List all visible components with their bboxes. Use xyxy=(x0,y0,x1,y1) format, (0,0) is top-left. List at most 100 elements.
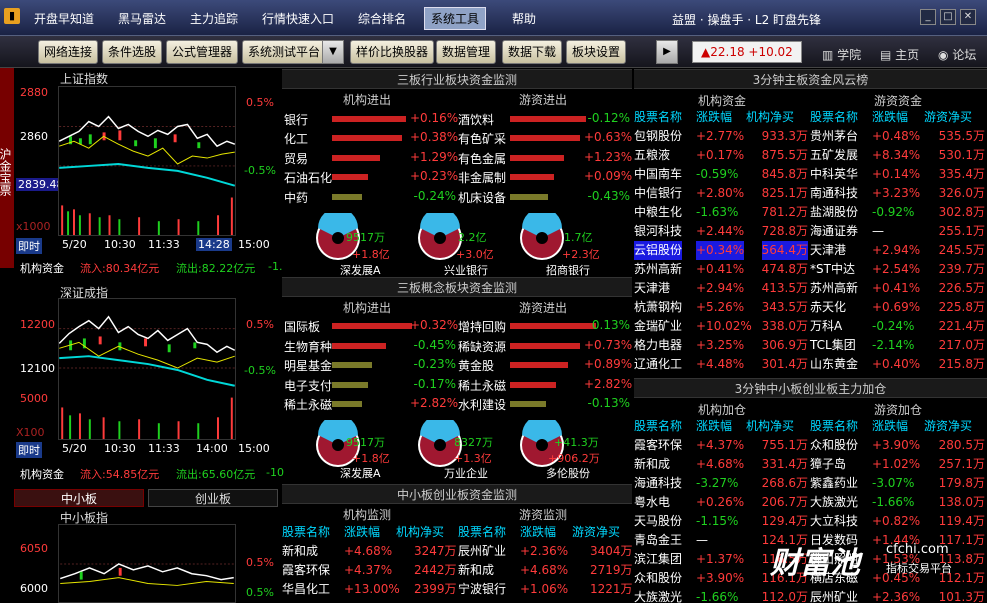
cell-name: 粤水电 xyxy=(634,495,671,509)
mid-sec1-left-name-2[interactable]: 贸易 xyxy=(284,150,308,167)
th-name-2[interactable]: 股票名称 xyxy=(810,108,858,127)
th-name[interactable]: 股票名称 xyxy=(634,108,682,127)
th-hot-buy[interactable]: 游资净买 xyxy=(572,523,620,542)
close-icon[interactable]: ✕ xyxy=(960,9,976,25)
th-name-2[interactable]: 股票名称 xyxy=(810,417,858,436)
mid-sec1-left-name-0[interactable]: 银行 xyxy=(284,111,308,128)
th-change-2[interactable]: 涨跌幅 xyxy=(872,417,908,436)
table-row[interactable]: 大族激光 -1.66% 112.0万 辰州矿业 +2.36% 101.3万 xyxy=(634,588,987,603)
th-inst-buy[interactable]: 机构净买 xyxy=(746,108,794,127)
system-test-button[interactable]: 系统测试平台 xyxy=(242,40,327,64)
tab-gem-board[interactable]: 创业板 xyxy=(148,489,278,507)
th-change-2[interactable]: 涨跌幅 xyxy=(520,523,556,542)
table-row[interactable]: 辽通化工 +4.48% 301.4万 山东黄金 +0.40% 215.8万 xyxy=(634,355,987,374)
menu-item-help[interactable]: 帮助 xyxy=(512,10,536,27)
maximize-icon[interactable]: □ xyxy=(940,9,956,25)
table-row[interactable]: 霞客环保 +4.37% 755.1万 众和股份 +3.90% 280.5万 xyxy=(634,436,987,455)
cell-name: 银河科技 xyxy=(634,224,683,238)
mid-sec2-right-name-1[interactable]: 稀缺资源 xyxy=(458,338,506,355)
data-download-button[interactable]: 数据下载 xyxy=(502,40,563,64)
th-change-2[interactable]: 涨跌幅 xyxy=(872,108,908,127)
menu-item-quick-entry[interactable]: 行情快速入口 xyxy=(262,10,334,27)
mid-sec1-right-name-0[interactable]: 酒饮料 xyxy=(458,111,494,128)
mid-sec2-left-name-1[interactable]: 生物育种 xyxy=(284,338,332,355)
mid-sec1-right-name-4[interactable]: 机床设备 xyxy=(458,189,506,206)
formula-manager-button[interactable]: 公式管理器 xyxy=(166,40,239,64)
donut-0-top: 9517万 xyxy=(346,231,385,244)
table-row[interactable]: 包钢股份 +2.77% 933.3万 贵州茅台 +0.48% 535.5万 xyxy=(634,127,987,146)
home-link[interactable]: ▤ 主页 xyxy=(880,46,919,63)
mid-sec2-right-name-4[interactable]: 水利建设 xyxy=(458,396,506,413)
mid-sec2-right-name-0[interactable]: 增持回购 xyxy=(458,318,506,335)
table-row[interactable]: 金瑞矿业 +10.02% 338.0万 万科A -0.24% 221.4万 xyxy=(634,317,987,336)
th-change[interactable]: 涨跌幅 xyxy=(696,417,732,436)
donut-1-bot: +3.0亿 xyxy=(456,248,494,261)
mid-sec1-right-name-3[interactable]: 非金属制 xyxy=(458,169,506,186)
menu-item-dark-horse[interactable]: 黑马雷达 xyxy=(118,10,166,27)
table-row[interactable]: 天津港 +2.94% 413.5万 苏州高新 +0.41% 226.5万 xyxy=(634,279,987,298)
mid-sec1-left-name-4[interactable]: 中药 xyxy=(284,189,308,206)
table-row[interactable]: 格力电器 +3.25% 306.9万 TCL集团 -2.14% 217.0万 xyxy=(634,336,987,355)
table-row[interactable]: 中国南车 -0.59% 845.8万 中科英华 +0.14% 335.4万 xyxy=(634,165,987,184)
sector-settings-button[interactable]: 板块设置 xyxy=(566,40,627,64)
minimize-icon[interactable]: _ xyxy=(920,9,936,25)
forum-link[interactable]: ◉ 论坛 xyxy=(938,46,976,63)
app-logo-icon[interactable]: ▮ xyxy=(4,8,20,24)
mid-sec1-right-name-2[interactable]: 有色金属 xyxy=(458,150,506,167)
th-hot-buy[interactable]: 游资净买 xyxy=(924,417,972,436)
mid-sec2-left-name-0[interactable]: 国际板 xyxy=(284,318,320,335)
cell-change-2: +0.41% xyxy=(872,281,921,295)
th-name[interactable]: 股票名称 xyxy=(634,417,682,436)
sh-period-button[interactable]: 即时 xyxy=(16,238,42,254)
mid-sec1-right-name-1[interactable]: 有色矿采 xyxy=(458,130,506,147)
table-row[interactable]: 五粮液 +0.17% 875.5万 五矿发展 +8.34% 530.1万 xyxy=(634,146,987,165)
table-row[interactable]: 中信银行 +2.80% 825.1万 南通科技 +3.23% 326.0万 xyxy=(634,184,987,203)
play-icon[interactable]: ▶ xyxy=(656,40,678,64)
sh-y-label-0: 2880 xyxy=(20,86,48,99)
menu-item-main-force[interactable]: 主力追踪 xyxy=(190,10,238,27)
table-row[interactable]: 杭萧钢构 +5.26% 343.5万 赤天化 +0.69% 225.8万 xyxy=(634,298,987,317)
mid-sec2-left-name-2[interactable]: 明星基金 xyxy=(284,357,332,374)
mid-sec1-left-name-3[interactable]: 石油石化 xyxy=(284,169,332,186)
th-change[interactable]: 涨跌幅 xyxy=(696,108,732,127)
cell-name-2: 赤天化 xyxy=(810,300,847,314)
sz-index-chart[interactable] xyxy=(58,298,236,440)
table-row[interactable]: 新和成 +4.68% 331.4万 獐子岛 +1.02% 257.1万 xyxy=(634,455,987,474)
stock-filter-button[interactable]: 条件选股 xyxy=(102,40,163,64)
mid-sec1-left-name-1[interactable]: 化工 xyxy=(284,130,308,147)
th-name-2[interactable]: 股票名称 xyxy=(458,523,506,542)
table-row[interactable]: 苏州高新 +0.41% 474.8万 *ST中达 +2.54% 239.7万 xyxy=(634,260,987,279)
zx-index-chart[interactable] xyxy=(58,524,236,603)
cell-hot-buy: 226.5万 xyxy=(938,281,985,295)
table-row[interactable]: 天马股份 -1.15% 129.4万 大立科技 +0.82% 119.4万 xyxy=(634,512,987,531)
menu-item-open-morning[interactable]: 开盘早知道 xyxy=(34,10,94,27)
table-row[interactable]: 中粮生化 -1.63% 781.2万 盐湖股份 -0.92% 302.8万 xyxy=(634,203,987,222)
mid-sec2-right-name-2[interactable]: 黄金股 xyxy=(458,357,494,374)
th-hot-buy[interactable]: 游资净买 xyxy=(924,108,972,127)
mid-sec2-title: 三板概念板块资金监测 xyxy=(282,277,632,297)
table-row[interactable]: 华昌化工 +13.00% 2399万 宁波银行 +1.06% 1221万 xyxy=(282,580,633,599)
table-row[interactable]: 新和成 +4.68% 3247万 辰州矿业 +2.36% 3404万 xyxy=(282,542,633,561)
th-inst-buy[interactable]: 机构净买 xyxy=(396,523,444,542)
menu-item-system-tools[interactable]: 系统工具 xyxy=(424,7,487,30)
table-row[interactable]: 云铝股份 +0.34% 564.4万 天津港 +2.94% 245.5万 xyxy=(634,241,987,260)
table-row[interactable]: 粤水电 +0.26% 206.7万 大族激光 -1.66% 138.0万 xyxy=(634,493,987,512)
price-ratio-button[interactable]: 样价比换股器 xyxy=(350,40,435,64)
academy-link[interactable]: ▥ 学院 xyxy=(822,46,861,63)
data-manage-button[interactable]: 数据管理 xyxy=(436,40,497,64)
tab-sme-board[interactable]: 中小板 xyxy=(14,489,144,507)
mid-sec2-right-name-3[interactable]: 稀土永磁 xyxy=(458,377,506,394)
th-name[interactable]: 股票名称 xyxy=(282,523,330,542)
mid-sec2-left-name-4[interactable]: 稀土永磁 xyxy=(284,396,332,413)
table-row[interactable]: 海通科技 -3.27% 268.6万 紫鑫药业 -3.07% 179.8万 xyxy=(634,474,987,493)
sz-period-button[interactable]: 即时 xyxy=(16,442,42,458)
chevron-down-icon[interactable]: ▼ xyxy=(322,40,344,64)
mid-sec2-left-name-3[interactable]: 电子支付 xyxy=(284,377,332,394)
th-change[interactable]: 涨跌幅 xyxy=(344,523,380,542)
network-connect-button[interactable]: 网络连接 xyxy=(38,40,99,64)
table-row[interactable]: 霞客环保 +4.37% 2442万 新和成 +4.68% 2719万 xyxy=(282,561,633,580)
menu-item-ranking[interactable]: 综合排名 xyxy=(358,10,406,27)
th-inst-buy[interactable]: 机构净买 xyxy=(746,417,794,436)
table-row[interactable]: 银河科技 +2.44% 728.8万 海通证券 — 255.1万 xyxy=(634,222,987,241)
sh-index-chart[interactable] xyxy=(58,86,236,236)
